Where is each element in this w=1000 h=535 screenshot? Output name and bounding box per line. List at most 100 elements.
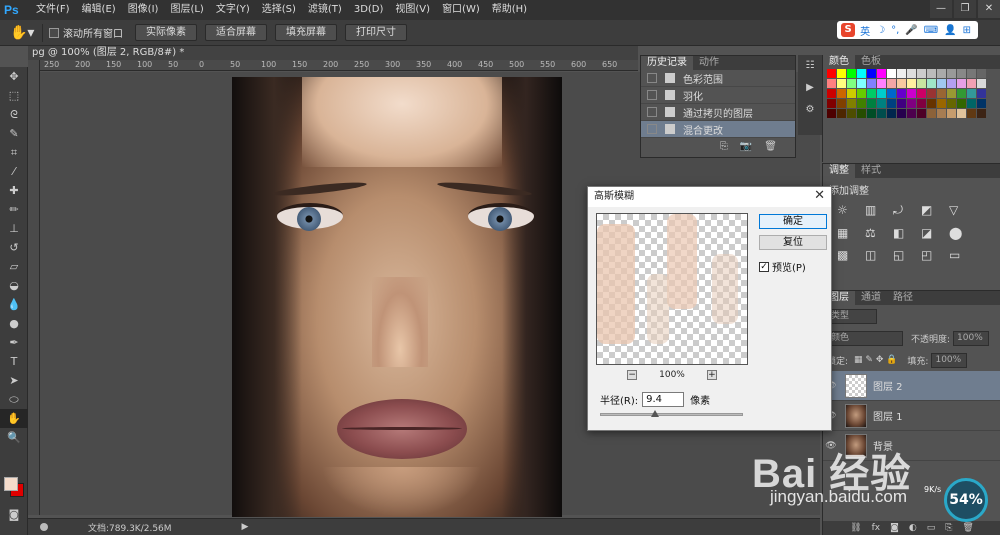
radius-input[interactable]: 9.4: [642, 392, 685, 407]
trash-icon[interactable]: 🗑: [962, 523, 973, 533]
color-swatch[interactable]: [927, 99, 936, 108]
color-swatch[interactable]: [827, 99, 836, 108]
layer-row[interactable]: 👁图层 2: [823, 371, 1000, 401]
status-icon[interactable]: [40, 523, 48, 531]
color-swatch[interactable]: [867, 79, 876, 88]
color-swatch[interactable]: [957, 89, 966, 98]
scroll-all-checkbox[interactable]: [49, 27, 59, 38]
hand-tool-icon[interactable]: ✋: [0, 409, 28, 428]
history-checkbox[interactable]: [647, 90, 657, 100]
color-swatch[interactable]: [937, 79, 946, 88]
color-swatch[interactable]: [937, 89, 946, 98]
tool-presets-dock-icon[interactable]: ⚙: [798, 99, 822, 121]
photo-filter-icon[interactable]: ⬤: [949, 226, 967, 240]
panel-tab[interactable]: 色板: [855, 55, 887, 69]
color-swatch[interactable]: [847, 69, 856, 78]
zoom-option-button[interactable]: 填充屏幕: [275, 24, 337, 41]
opacity-input[interactable]: 100%: [953, 330, 990, 346]
color-swatch[interactable]: [887, 69, 896, 78]
color-swatch[interactable]: [967, 99, 976, 108]
blend-mode-select[interactable]: 颜色: [827, 330, 903, 346]
layer-name[interactable]: 图层 2: [873, 378, 903, 393]
menu-item[interactable]: 图层(L): [164, 0, 209, 20]
color-swatch[interactable]: [847, 99, 856, 108]
color-swatch[interactable]: [887, 89, 896, 98]
zoom-tool-icon[interactable]: 🔍: [0, 428, 28, 447]
document-tab[interactable]: pg @ 100% (图层 2, RGB/8#) *: [28, 46, 638, 60]
color-swatch[interactable]: [877, 69, 886, 78]
color-swatch[interactable]: [897, 99, 906, 108]
color-swatch[interactable]: [977, 69, 986, 78]
layer-name[interactable]: 图层 1: [873, 408, 903, 423]
menu-item[interactable]: 图像(I): [122, 0, 165, 20]
user-icon[interactable]: 👤: [944, 25, 956, 36]
color-swatch[interactable]: [837, 99, 846, 108]
color-swatch[interactable]: [847, 79, 856, 88]
close-button[interactable]: ✕: [978, 0, 1000, 18]
color-swatch[interactable]: [927, 109, 936, 118]
panel-tab[interactable]: 颜色: [823, 55, 855, 69]
posterize-icon[interactable]: ◱: [893, 248, 911, 262]
panel-tab[interactable]: 历史记录: [641, 56, 693, 70]
mask-icon[interactable]: ◙: [890, 523, 899, 533]
color-swatch[interactable]: [887, 99, 896, 108]
history-item[interactable]: 色彩范围: [641, 70, 795, 87]
adjustment-layer-icon[interactable]: ◐: [909, 523, 917, 533]
zoom-out-icon[interactable]: −: [627, 370, 638, 380]
color-swatch[interactable]: [947, 109, 956, 118]
color-swatch[interactable]: [917, 89, 926, 98]
menu-item[interactable]: 文字(Y): [210, 0, 256, 20]
color-swatch[interactable]: [897, 109, 906, 118]
color-swatch[interactable]: [907, 79, 916, 88]
menu-item[interactable]: 视图(V): [389, 0, 436, 20]
color-swatch[interactable]: [917, 109, 926, 118]
color-swatch[interactable]: [847, 109, 856, 118]
menu-item[interactable]: 帮助(H): [486, 0, 533, 20]
zoom-option-button[interactable]: 适合屏幕: [205, 24, 267, 41]
checkmark-icon[interactable]: ✓: [759, 261, 769, 272]
reset-button[interactable]: 复位: [759, 235, 827, 250]
color-swatch[interactable]: [937, 109, 946, 118]
grid-icon[interactable]: ⊞: [963, 25, 971, 36]
color-swatch[interactable]: [937, 69, 946, 78]
color-swatch[interactable]: [837, 79, 846, 88]
close-icon[interactable]: ✕: [814, 188, 825, 203]
blur-preview[interactable]: [596, 213, 748, 365]
color-swatch[interactable]: [857, 99, 866, 108]
ime-toolbar[interactable]: S 英 ☽ °, 🎤 ⌨ 👤 ⊞: [837, 21, 978, 39]
invert-icon[interactable]: ◫: [865, 248, 883, 262]
color-swatch[interactable]: [947, 99, 956, 108]
hand-tool-icon[interactable]: ✋▾: [10, 25, 36, 41]
move-tool-icon[interactable]: ✥: [0, 67, 28, 86]
color-balance-icon[interactable]: ⚖: [865, 226, 883, 240]
history-dock-icon[interactable]: ☷: [798, 55, 822, 77]
radius-slider-thumb[interactable]: [651, 410, 659, 417]
radius-slider[interactable]: [600, 413, 743, 416]
foreground-color-swatch[interactable]: [4, 477, 18, 491]
color-swatch[interactable]: [897, 69, 906, 78]
menu-item[interactable]: 编辑(E): [76, 0, 122, 20]
doc-size[interactable]: 文档:789.3K/2.56M: [88, 521, 172, 534]
menu-item[interactable]: 文件(F): [30, 0, 76, 20]
panel-tab[interactable]: 通道: [855, 291, 887, 305]
ime-lang[interactable]: 英: [860, 23, 870, 38]
quick-select-tool-icon[interactable]: ✎: [0, 124, 28, 143]
lock-pixels-icon[interactable]: ▦ ✎ ✥ 🔒: [854, 355, 897, 365]
crop-tool-icon[interactable]: ⌗: [0, 143, 28, 162]
panel-tab[interactable]: 样式: [855, 164, 887, 178]
menu-item[interactable]: 窗口(W): [436, 0, 486, 20]
color-swatch[interactable]: [827, 89, 836, 98]
moon-icon[interactable]: ☽: [876, 25, 885, 36]
history-brush-icon[interactable]: ↺: [0, 238, 28, 257]
color-swatch[interactable]: [937, 99, 946, 108]
menu-item[interactable]: 3D(D): [348, 0, 390, 20]
menu-item[interactable]: 选择(S): [256, 0, 302, 20]
color-swatch[interactable]: [927, 79, 936, 88]
color-swatch[interactable]: [867, 109, 876, 118]
gradient-map-icon[interactable]: ▽: [949, 203, 967, 218]
panel-tab[interactable]: 路径: [887, 291, 919, 305]
color-swatch[interactable]: [877, 89, 886, 98]
lasso-tool-icon[interactable]: ᘓ: [0, 105, 28, 124]
bw-icon[interactable]: ◪: [921, 226, 939, 240]
color-swatch[interactable]: [977, 99, 986, 108]
